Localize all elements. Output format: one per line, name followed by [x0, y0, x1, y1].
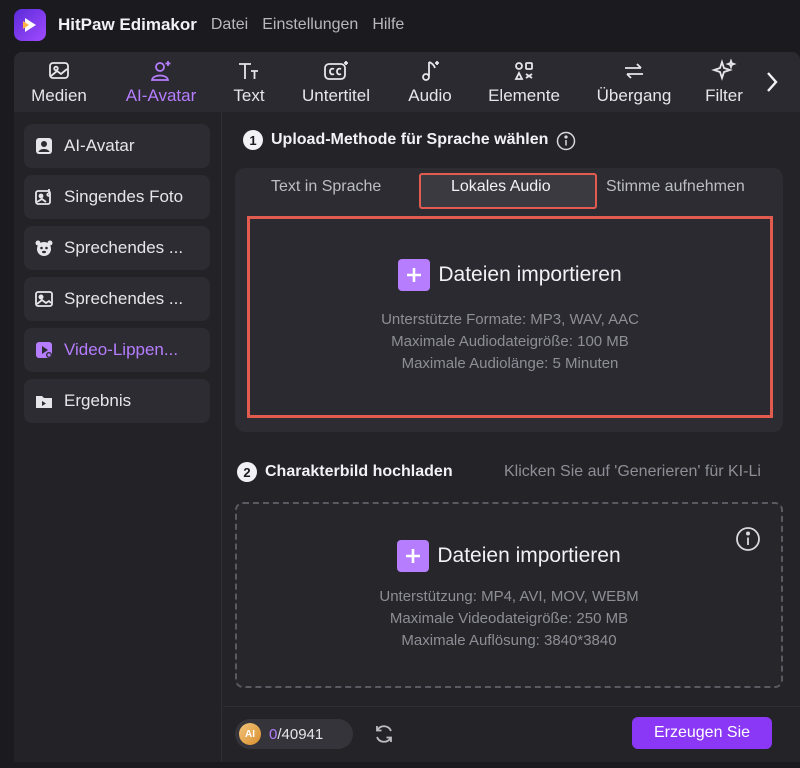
subtitle-icon — [322, 58, 350, 84]
filter-icon — [711, 58, 737, 84]
step2-number: 2 — [237, 462, 257, 482]
content-panel: 1 Upload-Methode für Sprache wählen Text… — [223, 112, 800, 762]
media-icon — [47, 58, 71, 84]
sidebar-item-sprechendes-foto[interactable]: Sprechendes ... — [24, 277, 210, 321]
sidebar-item-singendes-foto[interactable]: Singendes Foto — [24, 175, 210, 219]
sidebar-item-ai-avatar[interactable]: AI-Avatar — [24, 124, 210, 168]
refresh-icon[interactable] — [373, 723, 395, 745]
app-logo-icon — [14, 9, 46, 41]
result-icon — [34, 391, 54, 411]
avatar-icon — [34, 136, 54, 156]
video-format-note: Unterstützung: MP4, AVI, MOV, WEBM — [379, 588, 639, 605]
main-area: AI-Avatar Singendes Foto Sprechendes ...… — [14, 112, 800, 762]
resolution-note: Maximale Auflösung: 3840*3840 — [401, 632, 617, 649]
title-bar: HitPaw Edimakor Datei Einstellungen Hilf… — [0, 0, 800, 50]
plus-icon — [398, 259, 431, 291]
sidebar-item-video-lippensync[interactable]: Video-Lippen... — [24, 328, 210, 372]
main-toolbar: Medien AI-Avatar Text Untertitel Audio E… — [14, 52, 800, 112]
ai-avatar-icon — [148, 58, 174, 84]
ai-coin-icon: AI — [239, 723, 261, 745]
sidebar-item-ergebnis[interactable]: Ergebnis — [24, 379, 210, 423]
image-import-button[interactable]: Dateien importieren — [237, 540, 781, 572]
footer-bar: AI 0 /40941 Erzeugen Sie — [223, 706, 800, 762]
tool-audio[interactable]: Audio — [402, 52, 458, 112]
audio-length-note: Maximale Audiolänge: 5 Minuten — [401, 355, 619, 372]
credits-total: /40941 — [277, 725, 324, 743]
tool-filter[interactable]: Filter — [702, 52, 746, 112]
chevron-right-icon[interactable] — [760, 66, 784, 98]
audio-icon — [418, 58, 442, 84]
tool-text[interactable]: Text — [228, 52, 270, 112]
tool-elemente[interactable]: Elemente — [482, 52, 566, 112]
plus-icon — [397, 540, 430, 572]
audio-import-button[interactable]: Dateien importieren — [250, 259, 770, 291]
image-drop-zone[interactable]: Dateien importieren Unterstützung: MP4, … — [235, 502, 783, 688]
tool-untertitel[interactable]: Untertitel — [294, 52, 378, 112]
tab-lokales-audio[interactable]: Lokales Audio — [451, 178, 551, 196]
text-icon — [236, 58, 262, 84]
transition-icon — [621, 58, 647, 84]
talking-photo-icon — [34, 289, 54, 309]
audio-drop-zone[interactable]: Dateien importieren Unterstützte Formate… — [247, 216, 773, 418]
sidebar: AI-Avatar Singendes Foto Sprechendes ...… — [14, 112, 222, 762]
audio-size-note: Maximale Audiodateigröße: 100 MB — [391, 333, 629, 350]
elements-icon — [512, 58, 536, 84]
credits-badge: AI 0 /40941 — [235, 719, 353, 749]
generate-button[interactable]: Erzeugen Sie — [632, 717, 772, 749]
info-icon[interactable] — [556, 131, 576, 151]
tab-text-in-sprache[interactable]: Text in Sprache — [271, 178, 381, 196]
app-name: HitPaw Edimakor — [58, 15, 197, 34]
audio-format-note: Unterstützte Formate: MP3, WAV, AAC — [381, 311, 639, 328]
tool-medien[interactable]: Medien — [28, 52, 90, 112]
menu-hilfe[interactable]: Hilfe — [372, 16, 404, 34]
audio-upload-panel: Text in Sprache Lokales Audio Stimme auf… — [235, 168, 783, 432]
menu-datei[interactable]: Datei — [211, 16, 248, 34]
lip-sync-icon — [34, 340, 54, 360]
singing-photo-icon — [34, 187, 54, 207]
sidebar-item-sprechendes-tier[interactable]: Sprechendes ... — [24, 226, 210, 270]
talking-animal-icon — [34, 238, 54, 258]
tab-stimme-aufnehmen[interactable]: Stimme aufnehmen — [606, 178, 745, 196]
step1-number: 1 — [243, 130, 263, 150]
menu-einstellungen[interactable]: Einstellungen — [262, 16, 358, 34]
credits-used: 0 — [269, 725, 278, 743]
tool-uebergang[interactable]: Übergang — [590, 52, 678, 112]
video-size-note: Maximale Videodateigröße: 250 MB — [389, 610, 629, 627]
upload-method-tabs: Text in Sprache Lokales Audio Stimme auf… — [235, 168, 783, 212]
step1-title: 1 Upload-Methode für Sprache wählen — [243, 130, 576, 151]
step2-title: 2 Charakterbild hochladen — [237, 462, 453, 482]
step2-hint: Klicken Sie auf 'Generieren' für KI-Li — [504, 463, 761, 480]
tool-ai-avatar[interactable]: AI-Avatar — [118, 52, 204, 112]
